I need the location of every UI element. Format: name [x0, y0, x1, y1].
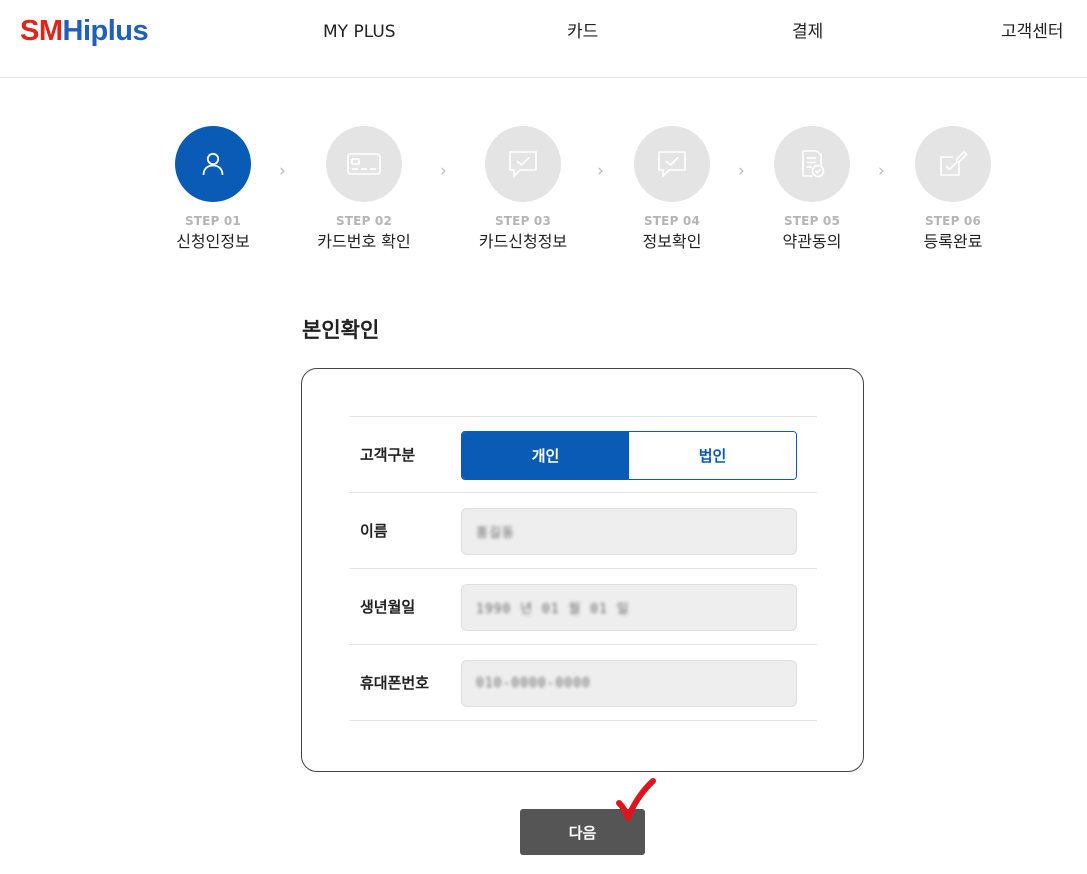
customer-type-individual-button[interactable]: 개인 [462, 432, 629, 479]
step-5-number: STEP 05 [783, 214, 841, 228]
phone-field-box [461, 660, 797, 707]
identity-form-card: 고객구분 개인 법인 이름 생년월일 휴대폰번호 [301, 368, 864, 772]
nav-my-plus[interactable]: MY PLUS [323, 21, 396, 43]
nav-customer-center[interactable]: 고객센터 [1001, 21, 1064, 43]
card-icon [347, 153, 381, 175]
step-3-number: STEP 03 [494, 214, 552, 228]
step-1-number: STEP 01 [184, 214, 242, 228]
step-6-label: 등록완료 [923, 232, 983, 251]
step-3-label: 카드신청정보 [478, 232, 568, 251]
user-icon [202, 152, 224, 176]
step-4-number: STEP 04 [643, 214, 701, 228]
name-field[interactable] [476, 524, 796, 539]
phone-label: 휴대폰번호 [360, 674, 430, 692]
customer-type-label: 고객구분 [360, 446, 416, 464]
nav-payment[interactable]: 결제 [792, 21, 823, 43]
step-2-number: STEP 02 [335, 214, 393, 228]
customer-type-corporate-button[interactable]: 법인 [629, 432, 796, 479]
form-row-phone: 휴대폰번호 [349, 645, 817, 721]
birth-field-box [461, 584, 797, 631]
step-4-circle [634, 126, 710, 202]
birth-date-field[interactable] [476, 600, 796, 615]
logo-sm: SM [20, 15, 63, 47]
chevron-right-icon: › [279, 161, 286, 181]
step-2-circle [326, 126, 402, 202]
logo-hiplus: Hiplus [62, 15, 149, 47]
form-row-customer-type: 고객구분 개인 법인 [349, 417, 817, 493]
form-row-birth: 생년월일 [349, 569, 817, 645]
customer-type-toggle: 개인 법인 [461, 431, 797, 480]
section-title: 본인확인 [302, 318, 380, 342]
birth-label: 생년월일 [360, 598, 416, 616]
step-4-label: 정보확인 [642, 232, 702, 251]
site-logo[interactable]: SMHiplus [20, 14, 149, 48]
form-rows: 고객구분 개인 법인 이름 생년월일 휴대폰번호 [349, 416, 817, 721]
step-3: STEP 03 카드신청정보 [448, 126, 598, 252]
step-6-number: STEP 06 [924, 214, 982, 228]
name-label: 이름 [360, 522, 388, 540]
step-3-circle [485, 126, 561, 202]
document-check-icon [802, 150, 825, 178]
step-1-circle [175, 126, 251, 202]
phone-number-field[interactable] [476, 676, 796, 691]
red-checkmark-annotation-icon [616, 778, 656, 821]
step-4: STEP 04 정보확인 [597, 126, 747, 252]
chat-check-icon [509, 151, 537, 178]
form-row-name: 이름 [349, 493, 817, 569]
step-6: STEP 06 등록완료 [878, 126, 1028, 252]
edit-check-icon [940, 150, 968, 176]
nav-card[interactable]: 카드 [567, 21, 598, 43]
chevron-right-icon: › [440, 161, 447, 181]
step-5-label: 약관동의 [782, 232, 842, 251]
step-2-label: 카드번호 확인 [317, 232, 411, 251]
name-field-box [461, 508, 797, 555]
step-5-circle [774, 126, 850, 202]
chat-check-icon [658, 151, 686, 178]
step-1-label: 신청인정보 [176, 232, 250, 251]
top-header: SMHiplus MY PLUS 카드 결제 고객센터 [0, 0, 1087, 78]
step-2: STEP 02 카드번호 확인 [289, 126, 439, 252]
step-6-circle [915, 126, 991, 202]
step-5: STEP 05 약관동의 [737, 126, 887, 252]
step-1: STEP 01 신청인정보 [138, 126, 288, 252]
